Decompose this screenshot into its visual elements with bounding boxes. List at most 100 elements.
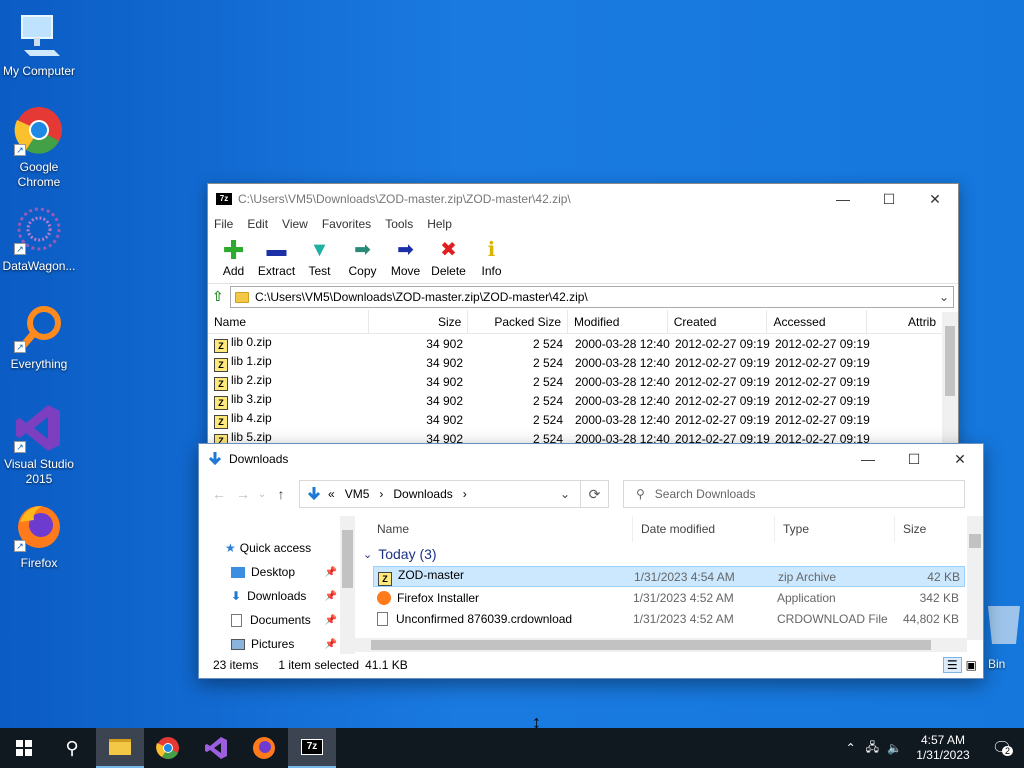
- table-row[interactable]: Zlib 2.zip 34 902 2 524 2000-03-28 12:40 201…: [208, 372, 958, 391]
- menu-file[interactable]: File: [214, 217, 233, 231]
- column-header-modified[interactable]: Modified: [568, 310, 668, 333]
- details-view-icon[interactable]: ☰: [942, 657, 962, 673]
- chevron-down-icon[interactable]: ⌄: [560, 487, 570, 501]
- pin-icon[interactable]: 📌: [325, 567, 337, 578]
- back-button[interactable]: ←: [207, 486, 231, 502]
- delete-button[interactable]: ✖ Delete: [427, 234, 470, 283]
- recent-locations-button[interactable]: ⌄: [255, 489, 269, 500]
- breadcrumb-overflow[interactable]: «: [328, 487, 335, 501]
- breadcrumb-separator[interactable]: ›: [379, 487, 383, 501]
- info-button[interactable]: ℹ Info: [470, 234, 513, 283]
- network-icon[interactable]: 🖧: [866, 738, 879, 759]
- column-header-packed[interactable]: Packed Size: [468, 310, 569, 333]
- address-field[interactable]: C:\Users\VM5\Downloads\ZOD-master.zip\ZO…: [230, 286, 954, 308]
- column-header-accessed[interactable]: Accessed: [767, 310, 868, 333]
- sevenzip-window[interactable]: 7z C:\Users\VM5\Downloads\ZOD-master.zip…: [207, 183, 959, 445]
- notifications-button[interactable]: 🗨 2: [980, 738, 1024, 758]
- up-button[interactable]: ↑: [269, 486, 293, 502]
- desktop-icon-recycle-bin[interactable]: Bin: [984, 600, 1024, 671]
- breadcrumb-vm5[interactable]: VM5: [345, 487, 370, 501]
- nav-item-desktop[interactable]: Desktop 📌: [199, 560, 355, 584]
- taskbar-file-explorer[interactable]: [96, 728, 144, 768]
- refresh-button[interactable]: ⟳: [581, 480, 609, 508]
- breadcrumb-downloads[interactable]: Downloads: [393, 487, 452, 501]
- table-row[interactable]: Zlib 1.zip 34 902 2 524 2000-03-28 12:40 201…: [208, 353, 958, 372]
- close-button[interactable]: ✕: [912, 184, 958, 214]
- nav-item-downloads[interactable]: ⬇ Downloads 📌: [199, 584, 355, 608]
- move-button[interactable]: ➡ Move: [384, 234, 427, 283]
- desktop-icon-firefox[interactable]: ↗ Firefox: [0, 502, 78, 571]
- taskbar-firefox[interactable]: [240, 728, 288, 768]
- vertical-scrollbar[interactable]: [942, 312, 958, 444]
- scrollbar-thumb[interactable]: [342, 530, 353, 588]
- column-header-created[interactable]: Created: [668, 310, 768, 333]
- search-input[interactable]: ⚲ Search Downloads: [623, 480, 965, 508]
- chevron-down-icon[interactable]: ⌄: [935, 290, 953, 304]
- column-header-size[interactable]: Size: [895, 516, 965, 542]
- file-row[interactable]: Unconfirmed 876039.crdownload 1/31/2023 4…: [373, 608, 965, 629]
- extract-button[interactable]: ▬ Extract: [255, 234, 298, 283]
- scrollbar-thumb[interactable]: [969, 534, 981, 548]
- group-header-today[interactable]: ⌄ Today (3): [355, 542, 983, 566]
- desktop-icon-visual-studio[interactable]: ↗ Visual Studio 2015: [0, 403, 78, 487]
- table-row[interactable]: Zlib 0.zip 34 902 2 524 2000-03-28 12:40 201…: [208, 334, 958, 353]
- desktop-icon-datawagon[interactable]: ↗ DataWagon...: [0, 205, 78, 274]
- chevron-up-icon[interactable]: ⌃: [846, 741, 856, 755]
- desktop-icon-chrome[interactable]: ↗ Google Chrome: [0, 106, 78, 190]
- minimize-button[interactable]: —: [820, 184, 866, 214]
- table-cell-wrap: Zlib 4.zip: [208, 411, 369, 429]
- file-row[interactable]: Firefox Installer 1/31/2023 4:52 AM Applic…: [373, 587, 965, 608]
- column-header-size[interactable]: Size: [369, 310, 469, 333]
- search-icon: ⚲: [636, 487, 645, 501]
- shortcut-arrow-icon: ↗: [14, 144, 26, 156]
- menu-view[interactable]: View: [282, 217, 308, 231]
- navigation-pane-scrollbar[interactable]: [340, 516, 355, 654]
- clock[interactable]: 4:57 AM 1/31/2023: [906, 733, 980, 763]
- menu-favorites[interactable]: Favorites: [322, 217, 371, 231]
- menu-help[interactable]: Help: [427, 217, 452, 231]
- test-button[interactable]: ▼ Test: [298, 234, 341, 283]
- column-header-attrib[interactable]: Attrib: [867, 310, 942, 333]
- explorer-window[interactable]: Downloads — ☐ ✕ ← → ⌄ ↑ « VM5 › Download…: [198, 443, 984, 679]
- nav-item-documents[interactable]: Documents 📌: [199, 608, 355, 632]
- taskbar-visual-studio[interactable]: [192, 728, 240, 768]
- copy-button[interactable]: ➡ Copy: [341, 234, 384, 283]
- zip-file-icon: Z: [214, 414, 228, 429]
- large-icons-view-icon[interactable]: ▣: [966, 658, 977, 672]
- horizontal-scrollbar[interactable]: [355, 638, 967, 652]
- column-header-name[interactable]: Name: [208, 310, 369, 333]
- table-row[interactable]: Zlib 3.zip 34 902 2 524 2000-03-28 12:40 201…: [208, 391, 958, 410]
- sevenzip-titlebar[interactable]: 7z C:\Users\VM5\Downloads\ZOD-master.zip…: [208, 184, 958, 214]
- explorer-titlebar[interactable]: Downloads — ☐ ✕: [199, 444, 983, 474]
- start-button[interactable]: [0, 728, 48, 768]
- desktop-icon-my-computer[interactable]: My Computer: [0, 10, 78, 79]
- desktop-icon-everything[interactable]: ↗ Everything: [0, 303, 78, 372]
- add-button[interactable]: ✚ Add: [212, 234, 255, 283]
- scrollbar-thumb[interactable]: [945, 326, 955, 396]
- folder-up-icon[interactable]: ⇧: [212, 288, 230, 306]
- breadcrumb[interactable]: « VM5 › Downloads › ⌄: [299, 480, 581, 508]
- pin-icon[interactable]: 📌: [325, 615, 337, 626]
- column-header-type[interactable]: Type: [775, 516, 895, 542]
- breadcrumb-separator[interactable]: ›: [463, 487, 467, 501]
- table-row[interactable]: Zlib 4.zip 34 902 2 524 2000-03-28 12:40 201…: [208, 410, 958, 429]
- menu-edit[interactable]: Edit: [247, 217, 268, 231]
- volume-icon[interactable]: 🔈: [887, 741, 902, 755]
- maximize-button[interactable]: ☐: [891, 444, 937, 474]
- search-button[interactable]: ⚲: [48, 728, 96, 768]
- column-header-date-modified[interactable]: Date modified: [633, 516, 775, 542]
- maximize-button[interactable]: ☐: [866, 184, 912, 214]
- vertical-scrollbar[interactable]: [967, 516, 983, 640]
- minimize-button[interactable]: —: [845, 444, 891, 474]
- close-button[interactable]: ✕: [937, 444, 983, 474]
- taskbar-chrome[interactable]: [144, 728, 192, 768]
- scrollbar-thumb[interactable]: [371, 640, 931, 650]
- pin-icon[interactable]: 📌: [325, 591, 337, 602]
- menu-tools[interactable]: Tools: [385, 217, 413, 231]
- forward-button[interactable]: →: [231, 486, 255, 502]
- pin-icon[interactable]: 📌: [325, 639, 337, 650]
- taskbar-7zip[interactable]: 7z: [288, 728, 336, 768]
- column-header-name[interactable]: Name: [355, 516, 633, 542]
- file-row[interactable]: Z ZOD-master 1/31/2023 4:54 AM zip Archive 4…: [373, 566, 965, 587]
- nav-item-quick-access[interactable]: ★ Quick access: [199, 536, 355, 560]
